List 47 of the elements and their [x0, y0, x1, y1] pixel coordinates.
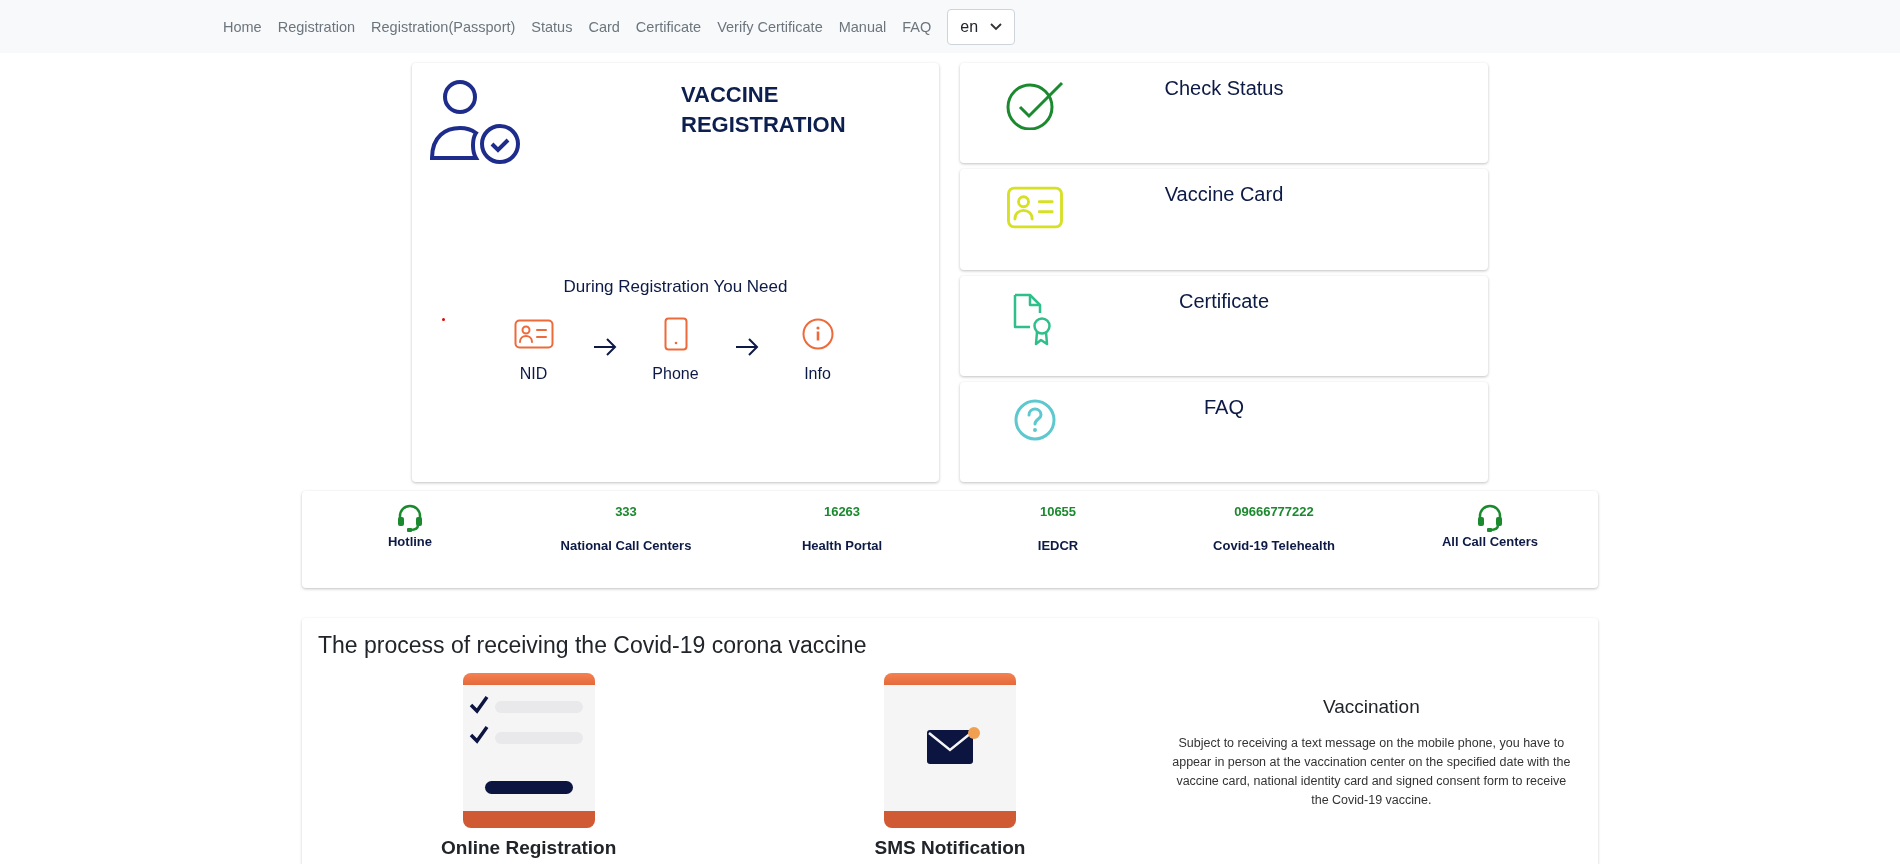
step-label: Info: [804, 365, 831, 383]
chevron-down-icon: [990, 22, 1003, 31]
nav-link[interactable]: Home: [215, 18, 270, 35]
help-icon: [1014, 398, 1056, 441]
link-card[interactable]: Certificate: [960, 275, 1488, 376]
id-card-icon: [1006, 186, 1064, 230]
phone-icon: [663, 317, 688, 351]
section-title: The process of receiving the Covid-19 corona vaccine: [318, 632, 868, 659]
step-title: SMS Notification: [874, 837, 1026, 859]
link-card[interactable]: Vaccine Card: [960, 169, 1488, 270]
nav-link[interactable]: Card: [580, 18, 628, 35]
nav-link[interactable]: Verify Certificate: [709, 18, 831, 35]
section-subtitle: During Registration You Need: [562, 277, 789, 297]
phone-number[interactable]: 16263: [823, 504, 861, 519]
headset-icon: [1477, 504, 1503, 532]
nav-link[interactable]: Registration: [269, 18, 364, 35]
hotline-label: Covid-19 Telehealth: [1213, 538, 1335, 553]
nav-link[interactable]: FAQ: [894, 18, 940, 35]
step-description: Subject to receiving a text message on the mobile phone, you have to appear in person at the vaccination center on the specified date with the vaccine card, national identity card and signed consent form to receive the Covid-19 vaccine.: [1171, 735, 1572, 809]
hotline-label: Health Portal: [801, 538, 883, 553]
hotline-label: Hotline: [387, 534, 433, 549]
arrow-icon: [592, 337, 617, 357]
dot-mark: [442, 318, 445, 321]
step-title: Vaccination: [1322, 696, 1420, 718]
check-circle-icon: [1006, 80, 1064, 130]
nav-link[interactable]: Status: [523, 18, 581, 35]
link-card[interactable]: Check Status: [960, 63, 1488, 164]
step-label: Phone: [652, 365, 699, 383]
headset-icon: [397, 504, 423, 532]
nav-link[interactable]: Manual: [830, 18, 895, 35]
nav-link[interactable]: Certificate: [627, 18, 710, 35]
step-label: NID: [519, 365, 548, 383]
info-icon: [801, 318, 834, 350]
phone-number[interactable]: 10655: [1039, 504, 1077, 519]
step-title: Online Registration: [441, 837, 617, 859]
link-card[interactable]: FAQ: [960, 381, 1488, 482]
hotline-label: All Call Centers: [1441, 534, 1539, 549]
card-title: VACCINE REGISTRATION: [681, 81, 847, 139]
phone-number[interactable]: 333: [615, 504, 637, 519]
hotline-label: National Call Centers: [560, 538, 692, 553]
registration-card[interactable]: VACCINE REGISTRATION During Registration You Need NID Phone Info: [412, 63, 939, 482]
hotline-label: IEDCR: [1037, 538, 1079, 553]
arrow-icon: [734, 337, 759, 357]
phone-number[interactable]: 09666777222: [1234, 504, 1314, 519]
language-select[interactable]: en: [947, 8, 1016, 45]
nav-link[interactable]: Registration(Passport): [363, 18, 524, 35]
id-card-icon: [513, 319, 554, 349]
